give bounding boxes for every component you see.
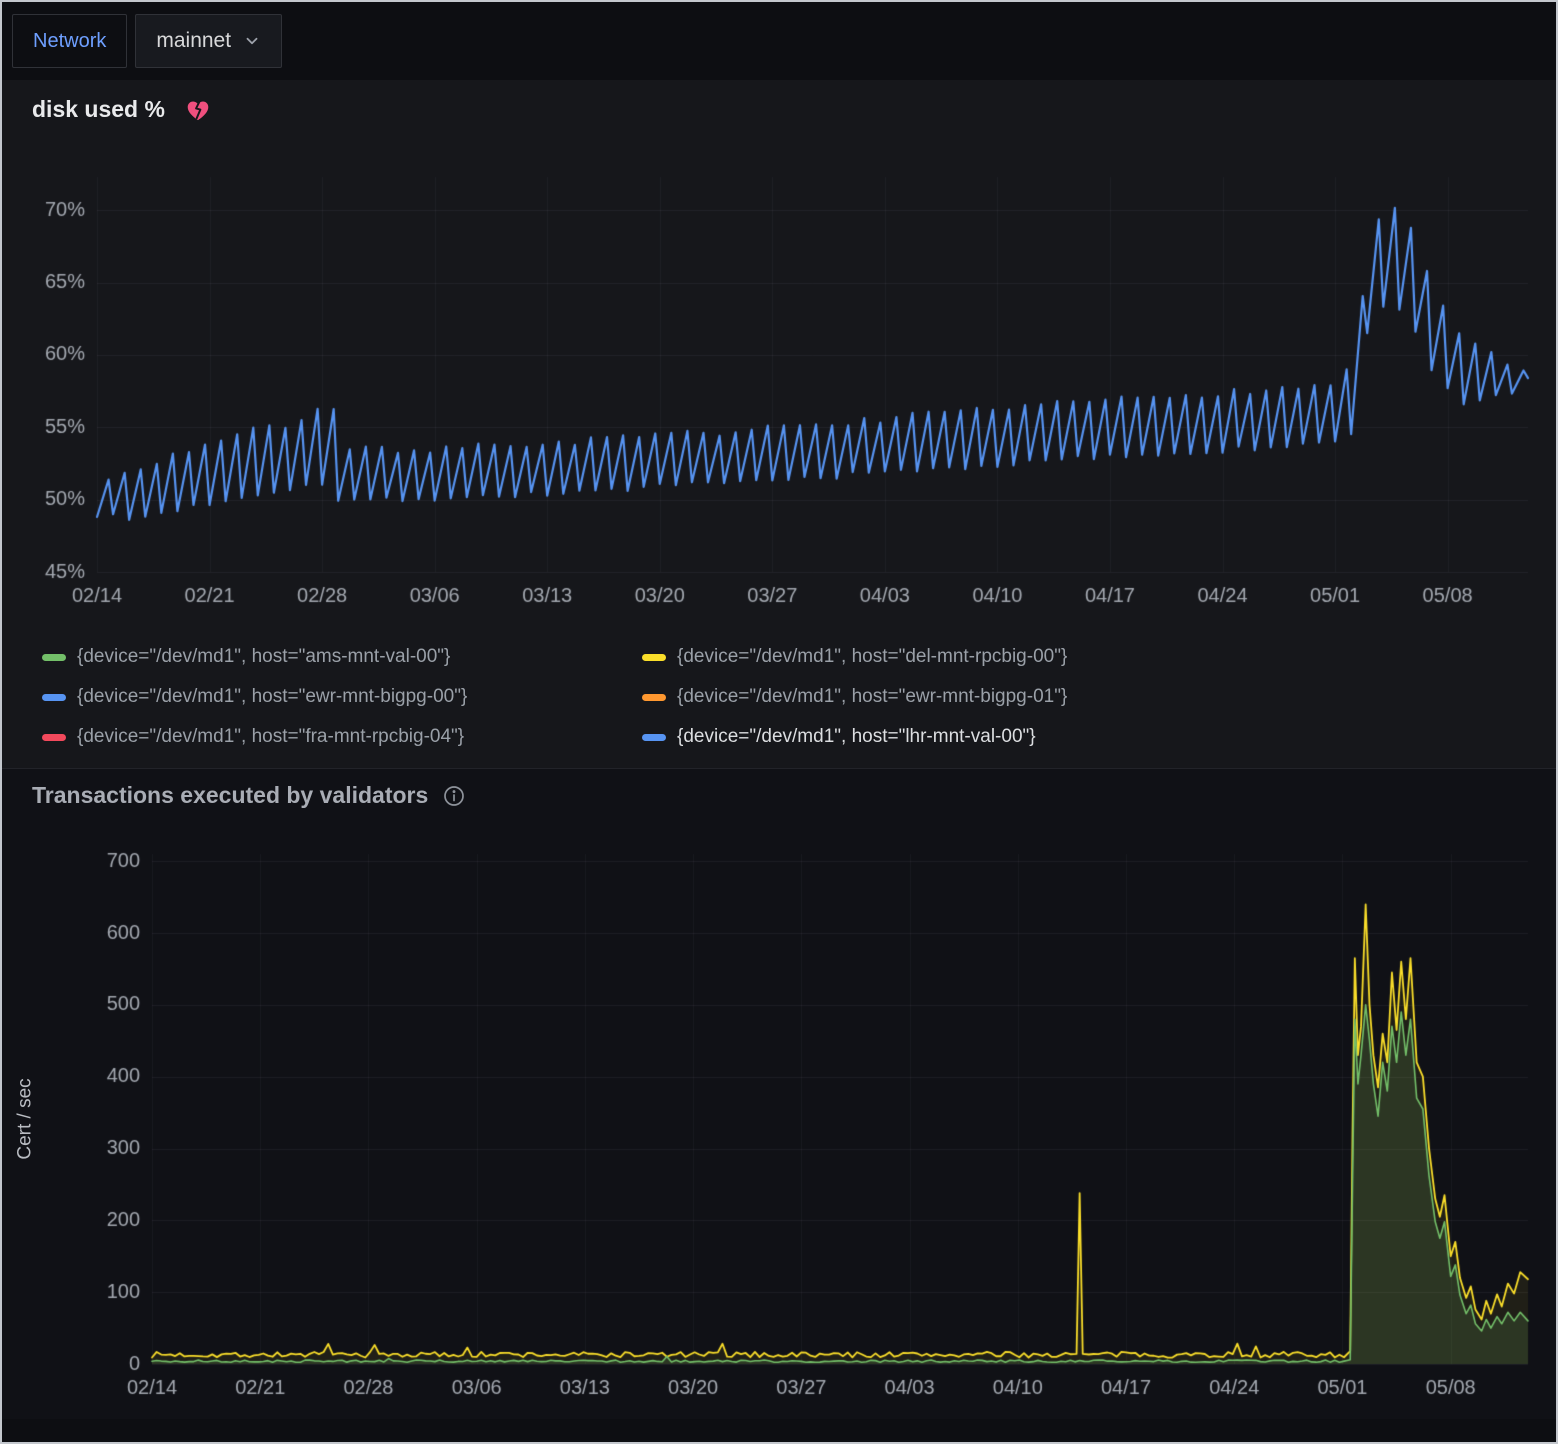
series-color-swatch xyxy=(642,734,666,741)
legend-item[interactable]: {device="/dev/md1", host="lhr-mnt-val-00… xyxy=(642,726,1536,748)
disk-legend: {device="/dev/md1", host="ams-mnt-val-00… xyxy=(2,632,1556,768)
transactions-chart[interactable] xyxy=(2,809,1554,1419)
network-variable-dropdown[interactable]: mainnet xyxy=(135,14,282,68)
dashboard: Network mainnet disk used % {device="/de… xyxy=(0,0,1558,1444)
disk-used-panel: disk used % {device="/dev/md1", host="am… xyxy=(2,80,1556,768)
legend-label: {device="/dev/md1", host="ams-mnt-val-00… xyxy=(77,646,450,668)
info-icon[interactable] xyxy=(442,784,466,808)
legend-item[interactable]: {device="/dev/md1", host="del-mnt-rpcbig… xyxy=(642,646,1536,668)
transactions-panel-title[interactable]: Transactions executed by validators xyxy=(32,782,428,809)
legend-item[interactable]: {device="/dev/md1", host="ewr-mnt-bigpg-… xyxy=(42,686,642,708)
transactions-panel: Transactions executed by validators Cert… xyxy=(2,768,1556,1419)
network-label: Network xyxy=(33,30,106,53)
series-color-swatch xyxy=(642,654,666,661)
disk-used-panel-title[interactable]: disk used % xyxy=(32,96,165,123)
legend-label: {device="/dev/md1", host="ewr-mnt-bigpg-… xyxy=(677,686,1067,708)
series-color-swatch xyxy=(42,694,66,701)
disk-used-chart[interactable] xyxy=(2,127,1554,632)
network-selected-value: mainnet xyxy=(156,29,231,53)
broken-heart-icon xyxy=(185,97,211,123)
network-variable-label: Network xyxy=(12,14,127,68)
legend-label: {device="/dev/md1", host="del-mnt-rpcbig… xyxy=(677,646,1067,668)
legend-label: {device="/dev/md1", host="ewr-mnt-bigpg-… xyxy=(77,686,467,708)
legend-label: {device="/dev/md1", host="lhr-mnt-val-00… xyxy=(677,726,1036,748)
legend-item[interactable]: {device="/dev/md1", host="ewr-mnt-bigpg-… xyxy=(642,686,1536,708)
legend-item[interactable]: {device="/dev/md1", host="fra-mnt-rpcbig… xyxy=(42,726,642,748)
legend-item[interactable]: {device="/dev/md1", host="ams-mnt-val-00… xyxy=(42,646,642,668)
variables-bar: Network mainnet xyxy=(2,2,1556,80)
series-color-swatch xyxy=(42,654,66,661)
series-color-swatch xyxy=(642,694,666,701)
legend-label: {device="/dev/md1", host="fra-mnt-rpcbig… xyxy=(77,726,464,748)
chevron-down-icon xyxy=(243,32,261,50)
series-color-swatch xyxy=(42,734,66,741)
